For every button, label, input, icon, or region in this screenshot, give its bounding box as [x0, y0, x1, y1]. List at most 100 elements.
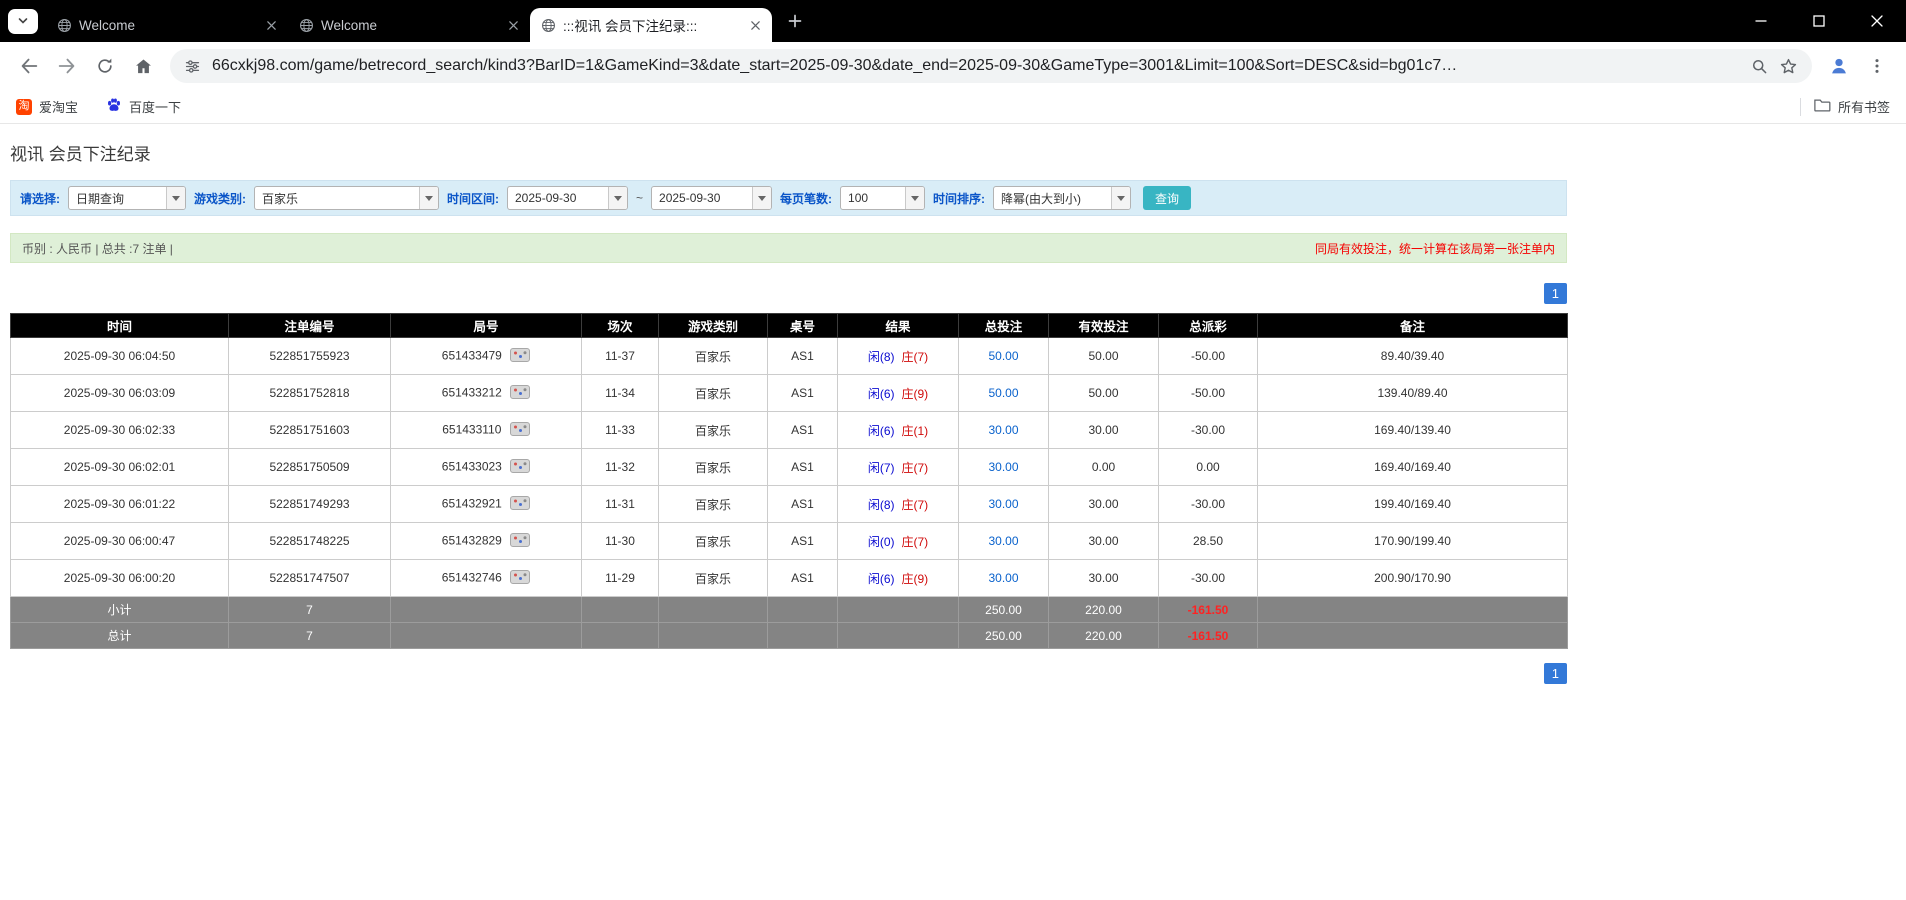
- taobao-icon: 淘: [16, 99, 32, 115]
- close-window-button[interactable]: [1848, 0, 1906, 42]
- cell-time: 2025-09-30 06:01:22: [11, 486, 229, 523]
- empty-cell: [391, 597, 582, 623]
- tab-close-icon[interactable]: [746, 16, 764, 34]
- all-bookmarks-button[interactable]: 所有书签: [1813, 97, 1890, 116]
- round-result-icon[interactable]: [510, 459, 530, 476]
- cell-note: 169.40/169.40: [1258, 449, 1568, 486]
- cell-valid-bet: 0.00: [1049, 449, 1159, 486]
- cell-table-number: AS1: [768, 560, 838, 597]
- refresh-button[interactable]: [88, 49, 122, 83]
- cell-total-bet[interactable]: 30.00: [959, 449, 1049, 486]
- cell-session: 11-29: [582, 560, 659, 597]
- cell-session: 11-30: [582, 523, 659, 560]
- cell-table-number: AS1: [768, 412, 838, 449]
- date-end-select[interactable]: 2025-09-30: [651, 186, 772, 210]
- game-type-select[interactable]: 百家乐: [254, 186, 439, 210]
- back-button[interactable]: [12, 49, 46, 83]
- site-info-icon[interactable]: [184, 58, 201, 75]
- chevron-down-icon: [752, 187, 771, 209]
- total-bet-link[interactable]: 30.00: [988, 534, 1018, 548]
- minimize-button[interactable]: [1732, 0, 1790, 42]
- pagination-bottom: 1: [10, 663, 1567, 684]
- tab-close-icon[interactable]: [262, 16, 280, 34]
- tab-bet-records[interactable]: :::视讯 会员下注纪录:::: [530, 8, 772, 42]
- tab-search-button[interactable]: [8, 9, 38, 34]
- tab-welcome-1[interactable]: Welcome: [46, 8, 288, 42]
- maximize-button[interactable]: [1790, 0, 1848, 42]
- cell-session: 11-31: [582, 486, 659, 523]
- address-bar[interactable]: 66cxkj98.com/game/betrecord_search/kind3…: [170, 49, 1812, 83]
- total-bet-link[interactable]: 30.00: [988, 460, 1018, 474]
- cell-round: 651433110: [391, 412, 582, 449]
- forward-button[interactable]: [50, 49, 84, 83]
- total-bet-link[interactable]: 50.00: [988, 386, 1018, 400]
- total-bet-link[interactable]: 30.00: [988, 571, 1018, 585]
- cell-round: 651432921: [391, 486, 582, 523]
- filter-label-range: 时间区间:: [447, 190, 499, 207]
- cell-note: 89.40/39.40: [1258, 338, 1568, 375]
- sort-select[interactable]: 降幂(由大到小): [993, 186, 1131, 210]
- cell-total-bet[interactable]: 30.00: [959, 412, 1049, 449]
- round-result-icon[interactable]: [510, 570, 530, 587]
- tab-welcome-2[interactable]: Welcome: [288, 8, 530, 42]
- filter-label-game: 游戏类别:: [194, 190, 246, 207]
- cell-session: 11-34: [582, 375, 659, 412]
- cell-round: 651433212: [391, 375, 582, 412]
- tab-title: Welcome: [79, 18, 255, 33]
- cell-total-bet[interactable]: 50.00: [959, 338, 1049, 375]
- cell-result: 闲(6)庄(1): [838, 412, 959, 449]
- player-result: 闲(6): [868, 572, 895, 586]
- tab-title: :::视讯 会员下注纪录:::: [563, 15, 739, 35]
- round-result-icon[interactable]: [510, 496, 530, 513]
- cell-session: 11-33: [582, 412, 659, 449]
- cell-bet-id: 522851751603: [229, 412, 391, 449]
- total-bet-link[interactable]: 50.00: [988, 349, 1018, 363]
- profile-avatar-icon[interactable]: [1822, 49, 1856, 83]
- cell-payout: -50.00: [1159, 338, 1258, 375]
- bookmark-star-icon[interactable]: [1779, 57, 1798, 76]
- banker-result: 庄(9): [902, 387, 929, 401]
- cell-result: 闲(8)庄(7): [838, 486, 959, 523]
- cell-payout: -30.00: [1159, 412, 1258, 449]
- cell-total-bet[interactable]: 30.00: [959, 523, 1049, 560]
- total-bet-link[interactable]: 30.00: [988, 497, 1018, 511]
- cell-payout: -30.00: [1159, 560, 1258, 597]
- cell-round: 651433023: [391, 449, 582, 486]
- new-tab-button[interactable]: [780, 6, 810, 36]
- round-result-icon[interactable]: [510, 533, 530, 550]
- round-result-icon[interactable]: [510, 348, 530, 365]
- cell-total-bet[interactable]: 30.00: [959, 486, 1049, 523]
- date-start-select[interactable]: 2025-09-30: [507, 186, 628, 210]
- query-type-select[interactable]: 日期查询: [68, 186, 186, 210]
- plus-icon: [788, 14, 802, 28]
- globe-icon: [541, 18, 556, 33]
- per-page-select[interactable]: 100: [840, 186, 925, 210]
- search-button[interactable]: 查询: [1143, 186, 1191, 210]
- cell-note: 139.40/89.40: [1258, 375, 1568, 412]
- total-bet-link[interactable]: 30.00: [988, 423, 1018, 437]
- globe-icon: [299, 18, 314, 33]
- bookmark-baidu[interactable]: 百度一下: [106, 97, 181, 116]
- cell-valid-bet: 30.00: [1049, 412, 1159, 449]
- bookmark-aitaobao[interactable]: 淘 爱淘宝: [16, 97, 78, 116]
- url-text[interactable]: 66cxkj98.com/game/betrecord_search/kind3…: [212, 57, 1740, 75]
- cell-total-bet[interactable]: 30.00: [959, 560, 1049, 597]
- cell-total-bet[interactable]: 50.00: [959, 375, 1049, 412]
- filter-label-select: 请选择:: [20, 190, 60, 207]
- tab-close-icon[interactable]: [504, 16, 522, 34]
- home-button[interactable]: [126, 49, 160, 83]
- cell-bet-id: 522851750509: [229, 449, 391, 486]
- page-number-button[interactable]: 1: [1544, 283, 1567, 304]
- cell-valid-bet: 50.00: [1049, 375, 1159, 412]
- zoom-icon[interactable]: [1751, 58, 1768, 75]
- round-result-icon[interactable]: [510, 422, 530, 439]
- cell-note: 170.90/199.40: [1258, 523, 1568, 560]
- date-start-value: 2025-09-30: [508, 191, 608, 205]
- menu-dots-icon[interactable]: [1860, 49, 1894, 83]
- banker-result: 庄(1): [902, 424, 929, 438]
- banker-result: 庄(7): [902, 535, 929, 549]
- round-result-icon[interactable]: [510, 385, 530, 402]
- page-number-button[interactable]: 1: [1544, 663, 1567, 684]
- cell-result: 闲(6)庄(9): [838, 375, 959, 412]
- cell-time: 2025-09-30 06:03:09: [11, 375, 229, 412]
